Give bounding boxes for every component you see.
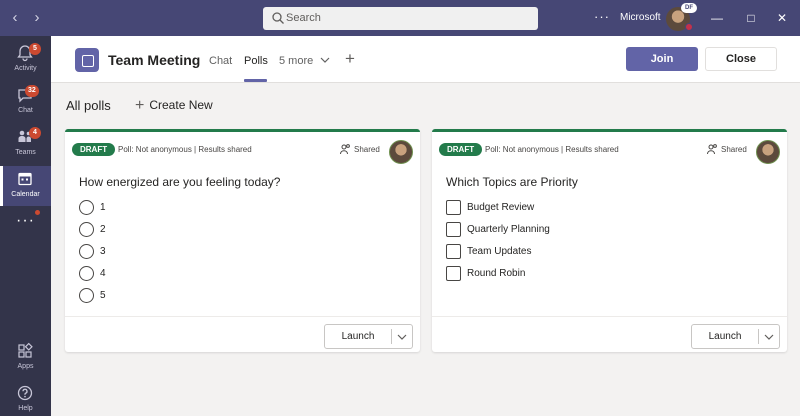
active-tab-indicator (244, 79, 267, 82)
more-apps-icon: ··· (16, 212, 35, 229)
poll-card[interactable]: DRAFT Poll: Not anonymous | Results shar… (65, 129, 420, 352)
launch-button[interactable]: Launch (692, 325, 758, 348)
launch-split-button[interactable]: Launch (691, 324, 780, 349)
checkbox[interactable] (446, 200, 461, 215)
avatar (389, 140, 413, 164)
presence-status-icon (685, 23, 693, 31)
checkbox[interactable] (446, 222, 461, 237)
card-footer: Launch (432, 316, 787, 352)
teams-count-badge: 4 (29, 127, 41, 139)
plus-icon: + (135, 97, 145, 114)
rail-item-label: Calendar (11, 191, 40, 198)
radio-button[interactable] (79, 200, 94, 215)
option-label: Quarterly Planning (467, 224, 550, 235)
option-label: 4 (100, 268, 106, 279)
tab-polls[interactable]: Polls (244, 55, 268, 67)
chat-count-badge: 32 (25, 85, 39, 97)
join-button[interactable]: Join (626, 47, 698, 71)
chevron-down-icon (320, 57, 330, 63)
tab-more-label: 5 more (279, 55, 314, 67)
launch-button[interactable]: Launch (325, 325, 391, 348)
help-icon (17, 385, 33, 401)
poll-settings-text: Poll: Not anonymous | Results shared (485, 145, 619, 154)
checkbox[interactable] (446, 266, 461, 281)
back-icon[interactable]: ‹ (6, 9, 24, 27)
app-rail: 5 Activity 32 Chat 4 Teams Calendar ··· … (0, 36, 51, 416)
option-label: 5 (100, 290, 106, 301)
shared-people-icon (340, 144, 350, 155)
status-badge: DRAFT (72, 143, 116, 156)
shared-label: Shared (354, 145, 380, 154)
option-label: Budget Review (467, 202, 535, 213)
notification-dot (35, 210, 40, 215)
page-title: Team Meeting (108, 52, 201, 68)
rail-item-help[interactable]: Help (0, 380, 51, 416)
launch-split-button[interactable]: Launch (324, 324, 413, 349)
forward-icon[interactable]: › (28, 9, 46, 27)
option-label: 1 (100, 202, 106, 213)
title-bar: ‹ › Search ··· Microsoft DF — □ ✕ (0, 0, 800, 36)
rail-item-label: Help (18, 405, 33, 412)
create-new-label: Create New (149, 98, 213, 112)
shared-people-icon (707, 144, 717, 155)
all-polls-heading: All polls (66, 98, 111, 113)
tab-chat[interactable]: Chat (209, 55, 232, 67)
apps-icon (18, 342, 33, 358)
maximize-icon[interactable]: □ (743, 10, 759, 26)
rail-more-apps[interactable]: ··· (0, 212, 51, 236)
chevron-down-icon[interactable] (762, 331, 776, 343)
org-name[interactable]: Microsoft (620, 12, 661, 23)
meeting-header: Team Meeting Chat Polls 5 more + Join Cl… (51, 36, 800, 83)
close-button[interactable]: Close (705, 47, 777, 71)
card-footer: Launch (65, 316, 420, 352)
rail-item-label: Activity (14, 65, 37, 72)
option-label: 3 (100, 246, 106, 257)
minimize-icon[interactable]: — (709, 10, 725, 26)
poll-question: How energized are you feeling today? (79, 175, 281, 189)
meeting-icon (75, 48, 99, 72)
more-options-icon[interactable]: ··· (594, 9, 610, 24)
shared-label: Shared (721, 145, 747, 154)
option-label: Round Robin (467, 268, 526, 279)
create-new-button[interactable]: + Create New (135, 96, 213, 114)
search-input[interactable]: Search (263, 7, 538, 30)
status-badge: DRAFT (439, 143, 483, 156)
calendar-icon (18, 172, 32, 186)
add-tab-icon[interactable]: + (345, 49, 355, 69)
rail-item-activity[interactable]: 5 Activity (0, 40, 51, 80)
radio-button[interactable] (79, 266, 94, 281)
close-window-icon[interactable]: ✕ (774, 10, 790, 26)
split-divider (391, 329, 392, 344)
search-placeholder: Search (286, 12, 321, 24)
rail-item-calendar[interactable]: Calendar (0, 166, 51, 206)
activity-count-badge: 5 (29, 43, 41, 55)
poll-settings-text: Poll: Not anonymous | Results shared (118, 145, 252, 154)
tab-more[interactable]: 5 more (279, 55, 330, 67)
radio-button[interactable] (79, 222, 94, 237)
poll-question: Which Topics are Priority (446, 175, 578, 189)
checkbox[interactable] (446, 244, 461, 259)
radio-button[interactable] (79, 288, 94, 303)
split-divider (758, 329, 759, 344)
rail-item-teams[interactable]: 4 Teams (0, 124, 51, 164)
search-icon (272, 12, 284, 24)
option-label: Team Updates (467, 246, 532, 257)
option-label: 2 (100, 224, 106, 235)
rail-item-chat[interactable]: 32 Chat (0, 82, 51, 122)
avatar-initials-badge: DF (681, 3, 697, 13)
rail-item-label: Teams (15, 149, 36, 156)
chevron-down-icon[interactable] (395, 331, 409, 343)
avatar (756, 140, 780, 164)
rail-item-label: Apps (17, 363, 34, 370)
radio-button[interactable] (79, 244, 94, 259)
rail-item-label: Chat (18, 107, 33, 114)
rail-item-apps[interactable]: Apps (0, 338, 51, 378)
poll-card[interactable]: DRAFT Poll: Not anonymous | Results shar… (432, 129, 787, 352)
